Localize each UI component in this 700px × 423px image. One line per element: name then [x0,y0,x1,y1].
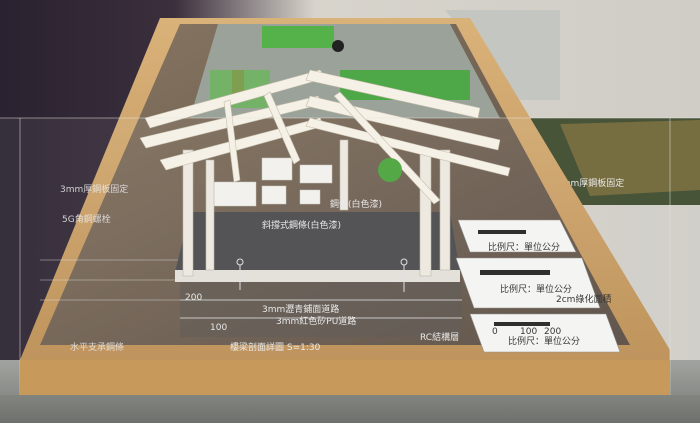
wood-front-rail [20,360,670,395]
site-map-green-area [262,26,334,48]
architectural-model-photo: 3mm厚鋼板固定 3mm厚鋼板固定 5G角鋼螺栓 水平支承鋼條 斜撐式鋼條(白色… [0,0,700,423]
site-map-marker [332,40,344,52]
glass-pane [0,118,700,395]
